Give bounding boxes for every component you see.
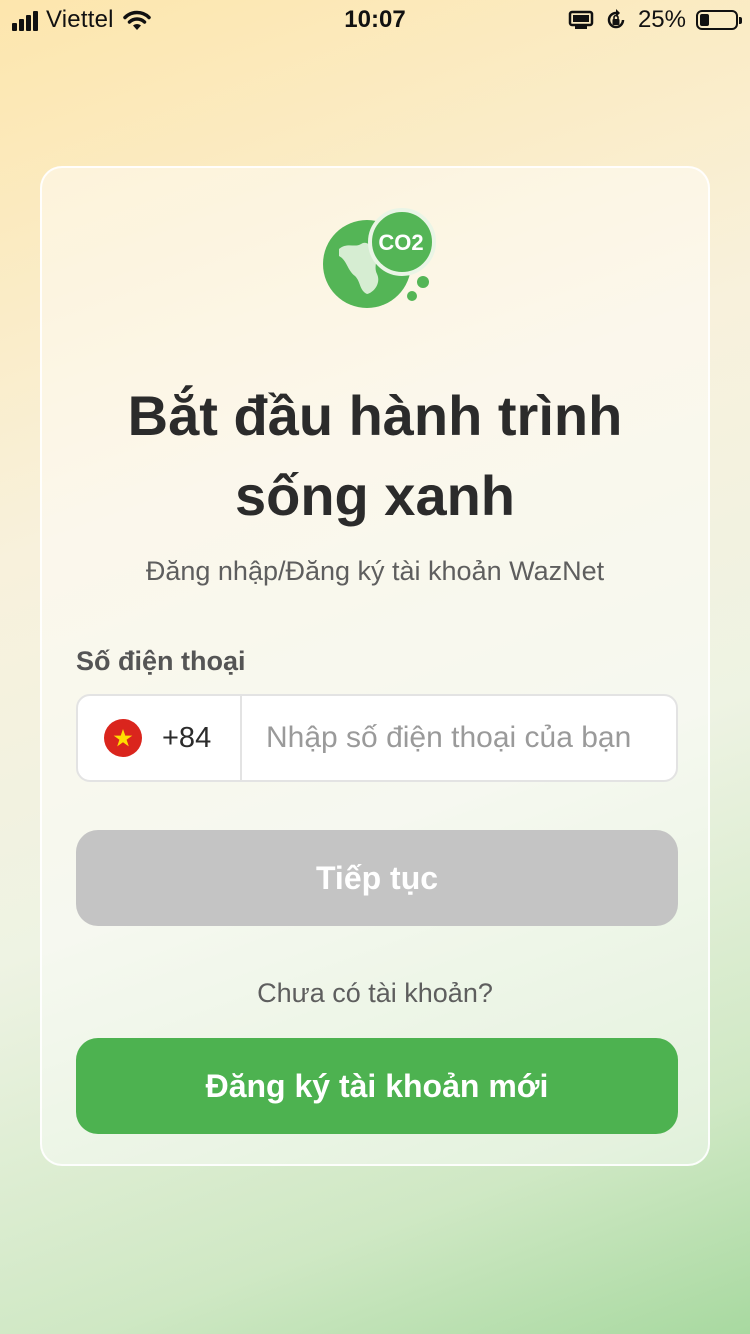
continue-button[interactable]: Tiếp tục xyxy=(76,830,678,926)
battery-percent: 25% xyxy=(637,6,686,33)
vietnam-flag-icon xyxy=(104,719,142,757)
orientation-lock-icon xyxy=(607,9,625,29)
page-subtitle: Đăng nhập/Đăng ký tài khoản WazNet xyxy=(145,556,605,586)
screen-mirror-icon xyxy=(568,10,594,29)
phone-input[interactable] xyxy=(242,695,676,781)
country-code: +84 xyxy=(162,721,212,754)
status-bar-right: 25% xyxy=(568,6,742,34)
page-title: Bắt đầu hành trình sống xanh xyxy=(42,376,708,536)
country-code-selector[interactable]: +84 xyxy=(78,696,242,780)
title-line-2: sống xanh xyxy=(234,464,516,527)
phone-label: Số điện thoại xyxy=(76,646,246,676)
earth-co2-icon: CO2 xyxy=(323,208,436,308)
register-button[interactable]: Đăng ký tài khoản mới xyxy=(76,1038,678,1134)
logo-text: CO2 xyxy=(378,230,423,255)
status-bar: Viettel 10:07 25% xyxy=(0,0,750,42)
battery-icon xyxy=(696,10,742,30)
no-account-text: Chưa có tài khoản? xyxy=(257,978,493,1008)
login-card: CO2 Bắt đầu hành trình sống xanh Đăng nh… xyxy=(40,166,710,1166)
phone-field-group: +84 xyxy=(76,694,678,782)
title-line-1: Bắt đầu hành trình xyxy=(127,384,623,447)
